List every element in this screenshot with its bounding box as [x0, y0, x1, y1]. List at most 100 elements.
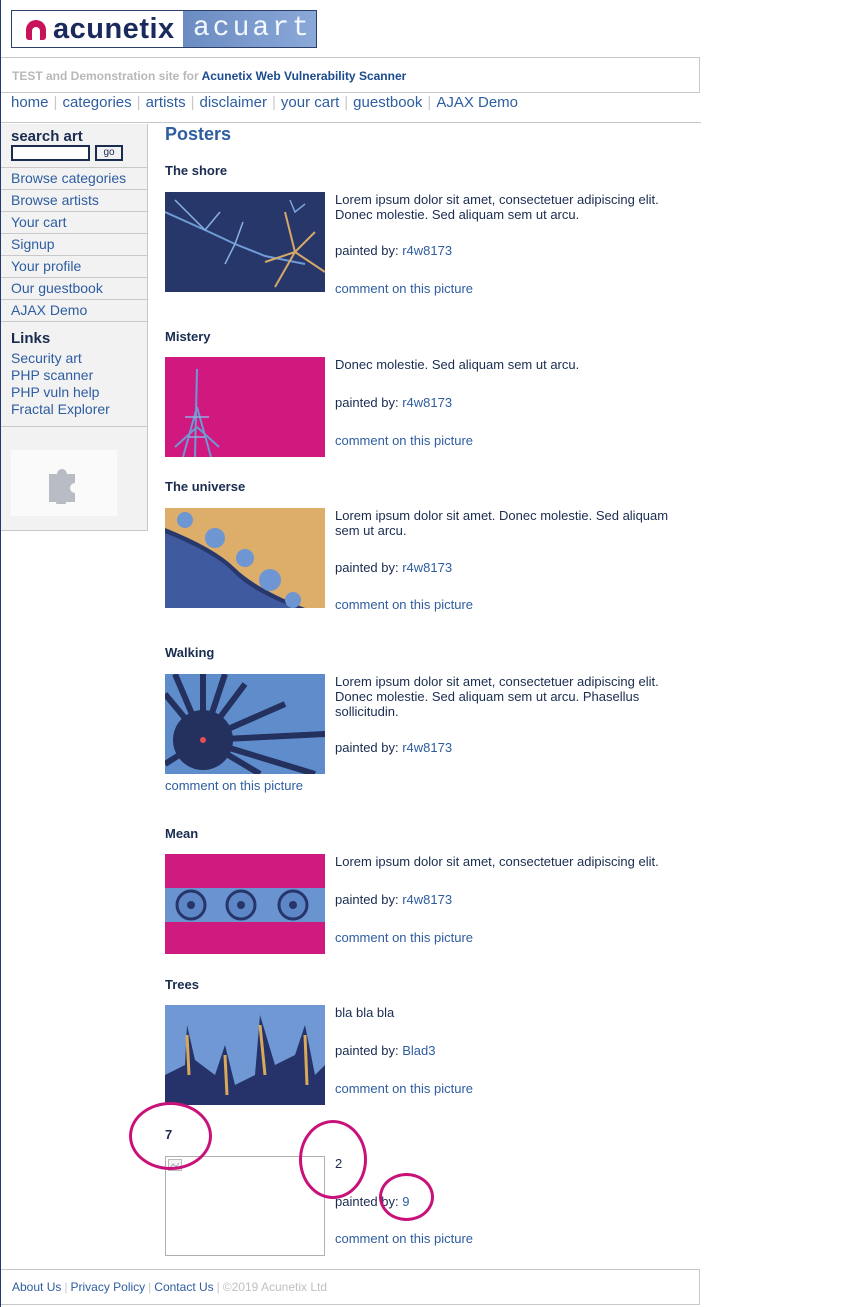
nav-home[interactable]: home [11, 94, 49, 111]
poster-artist-link[interactable]: r4w8173 [402, 560, 452, 575]
poster-item: The shore Lorem ipsum dolor sit amet, co… [165, 163, 675, 303]
poster-thumbnail[interactable] [165, 192, 325, 292]
annotation-circle-title [129, 1102, 212, 1170]
poster-thumbnail[interactable] [165, 1005, 325, 1105]
footer: About Us | Privacy Policy | Contact Us | ©2019… [1, 1269, 700, 1305]
poster-artist-link[interactable]: r4w8173 [402, 740, 452, 755]
poster-item: Trees bla bla bla painted by: Blad3 comm… [165, 977, 675, 1107]
poster-description: bla bla bla [335, 1005, 395, 1020]
poster-title[interactable]: Mistery [165, 329, 211, 344]
footer-separator: | [148, 1280, 152, 1294]
nav-your-cart[interactable]: your cart [281, 94, 339, 111]
link-security-art[interactable]: Security art [11, 350, 110, 367]
footer-privacy-policy[interactable]: Privacy Policy [70, 1280, 145, 1294]
nav-separator: | [344, 94, 349, 111]
search-label: search art [11, 128, 83, 145]
annotation-circle-description [299, 1120, 367, 1199]
poster-thumbnail[interactable] [165, 357, 325, 457]
comment-link[interactable]: comment on this picture [165, 778, 303, 793]
poster-description: Donec molestie. Sed aliquam sem ut arcu. [335, 357, 580, 372]
footer-separator: | [216, 1280, 220, 1294]
poster-title[interactable]: Trees [165, 977, 199, 992]
plugin-placeholder [11, 450, 117, 516]
acuart-logo: acuart [183, 11, 316, 47]
comment-link[interactable]: comment on this picture [335, 597, 473, 612]
sidebar-item-our-guestbook[interactable]: Our guestbook [1, 277, 147, 299]
links-list: Security art PHP scanner PHP vuln help F… [11, 350, 110, 418]
poster-artist-link[interactable]: r4w8173 [402, 395, 452, 410]
search-go-button[interactable]: go [95, 145, 123, 161]
tagline-bar: TEST and Demonstration site for Acunetix… [1, 57, 700, 93]
nav-ajax-demo[interactable]: AJAX Demo [436, 94, 518, 111]
sidebar-item-your-cart[interactable]: Your cart [1, 211, 147, 233]
sidebar-item-browse-artists[interactable]: Browse artists [1, 189, 147, 211]
poster-artist-link[interactable]: r4w8173 [402, 243, 452, 258]
footer-copyright: ©2019 Acunetix Ltd [222, 1280, 328, 1294]
site-logo[interactable]: acunetix acuart [11, 10, 317, 48]
sidebar-item-ajax-demo[interactable]: AJAX Demo [1, 299, 147, 322]
painted-by-label: painted by: [335, 560, 403, 575]
footer-links: About Us | Privacy Policy | Contact Us | ©2019… [12, 1280, 327, 1294]
acunetix-logo-icon [26, 20, 46, 40]
poster-thumbnail[interactable] [165, 674, 325, 774]
footer-separator: | [64, 1280, 68, 1294]
poster-painted-by: painted by: r4w8173 [335, 740, 452, 755]
links-divider [1, 426, 147, 427]
painted-by-label: painted by: [335, 395, 403, 410]
poster-painted-by: painted by: r4w8173 [335, 395, 452, 410]
nav-separator: | [427, 94, 432, 111]
nav-disclaimer[interactable]: disclaimer [199, 94, 267, 111]
logo-subtext: acuart [193, 13, 312, 44]
poster-title[interactable]: The universe [165, 479, 245, 494]
poster-item: Walking Lorem ipsum dolor sit amet, cons… [165, 645, 675, 800]
poster-thumbnail[interactable] [165, 854, 325, 954]
poster-item: Mistery Donec molestie. Sed aliquam sem … [165, 329, 675, 459]
painted-by-label: painted by: [335, 892, 403, 907]
tagline-prefix: TEST and Demonstration site for [12, 69, 202, 83]
poster-description: Lorem ipsum dolor sit amet, consectetuer… [335, 674, 659, 719]
comment-link[interactable]: comment on this picture [335, 930, 473, 945]
nav-separator: | [190, 94, 195, 111]
comment-link[interactable]: comment on this picture [335, 433, 473, 448]
header-divider [1, 122, 701, 123]
top-navigation: home | categories | artists | disclaimer | your … [11, 94, 518, 114]
poster-painted-by: painted by: r4w8173 [335, 243, 452, 258]
poster-artist-link[interactable]: r4w8173 [402, 892, 452, 907]
footer-about-us[interactable]: About Us [12, 1280, 61, 1294]
poster-description: 2 [335, 1156, 343, 1171]
sidebar-item-browse-categories[interactable]: Browse categories [1, 167, 147, 189]
search-input[interactable] [11, 145, 90, 161]
poster-title[interactable]: Mean [165, 826, 198, 841]
tagline-product-link[interactable]: Acunetix Web Vulnerability Scanner [202, 69, 407, 83]
poster-title[interactable]: The shore [165, 163, 227, 178]
footer-contact-us[interactable]: Contact Us [154, 1280, 213, 1294]
nav-guestbook[interactable]: guestbook [353, 94, 422, 111]
nav-categories[interactable]: categories [62, 94, 131, 111]
poster-painted-by: painted by: Blad3 [335, 1043, 435, 1058]
poster-description: Lorem ipsum dolor sit amet. Donec molest… [335, 508, 669, 538]
nav-separator: | [272, 94, 276, 111]
acunetix-logo: acunetix [12, 11, 183, 47]
sidebar-item-your-profile[interactable]: Your profile [1, 255, 147, 277]
comment-link[interactable]: comment on this picture [335, 281, 473, 296]
comment-link[interactable]: comment on this picture [335, 1081, 473, 1096]
page-title: Posters [165, 124, 232, 144]
painted-by-label: painted by: [335, 1043, 403, 1058]
poster-artist-link[interactable]: Blad3 [402, 1043, 435, 1058]
link-php-vuln-help[interactable]: PHP vuln help [11, 384, 110, 401]
painted-by-label: painted by: [335, 740, 403, 755]
poster-painted-by: painted by: r4w8173 [335, 560, 452, 575]
link-fractal-explorer[interactable]: Fractal Explorer [11, 401, 110, 418]
sidebar-item-signup[interactable]: Signup [1, 233, 147, 255]
sidebar: search art go Browse categories Browse a… [1, 124, 148, 531]
poster-title[interactable]: Walking [165, 645, 214, 660]
poster-item: The universe Lorem ipsum dolor sit amet.… [165, 479, 675, 619]
sidebar-menu: Browse categories Browse artists Your ca… [1, 167, 147, 322]
nav-artists[interactable]: artists [146, 94, 186, 111]
poster-thumbnail[interactable] [165, 508, 325, 608]
comment-link[interactable]: comment on this picture [335, 1231, 473, 1246]
nav-separator: | [53, 94, 58, 111]
link-php-scanner[interactable]: PHP scanner [11, 367, 110, 384]
poster-item: Mean Lorem ipsum dolor sit amet, consect… [165, 826, 675, 956]
annotation-circle-artist [379, 1173, 434, 1221]
